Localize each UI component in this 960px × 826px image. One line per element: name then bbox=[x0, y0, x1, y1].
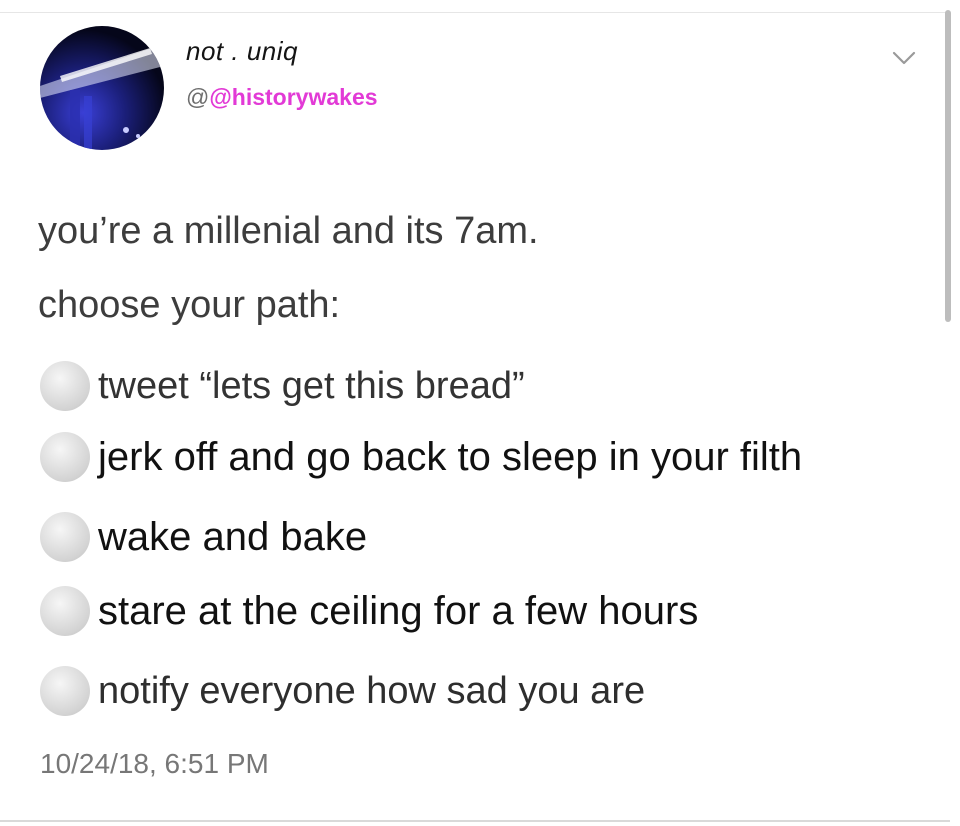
radio-circle-icon[interactable] bbox=[40, 432, 90, 482]
poll-option-label: jerk off and go back to sleep in your fi… bbox=[98, 434, 803, 479]
poll-option[interactable]: tweet “lets get this bread” bbox=[40, 361, 525, 411]
poll-option[interactable]: stare at the ceiling for a few hours bbox=[40, 586, 698, 636]
top-divider bbox=[0, 12, 950, 13]
chevron-down-icon[interactable] bbox=[890, 44, 918, 72]
radio-circle-icon[interactable] bbox=[40, 512, 90, 562]
display-name[interactable]: not . uniq bbox=[186, 36, 298, 67]
avatar[interactable] bbox=[40, 26, 164, 150]
poll-option-label: stare at the ceiling for a few hours bbox=[98, 588, 699, 633]
poll-option[interactable]: wake and bake bbox=[40, 512, 367, 562]
poll-option-label: wake and bake bbox=[98, 514, 368, 559]
bottom-divider bbox=[0, 820, 950, 822]
poll-option[interactable]: notify everyone how sad you are bbox=[40, 666, 645, 716]
handle-link[interactable]: @historywakes bbox=[209, 84, 377, 110]
radio-circle-icon[interactable] bbox=[40, 586, 90, 636]
tweet-text-line: choose your path: bbox=[38, 284, 341, 326]
radio-circle-icon[interactable] bbox=[40, 666, 90, 716]
tweet-text-line: you’re a millenial and its 7am. bbox=[38, 210, 539, 252]
poll-option-label: tweet “lets get this bread” bbox=[98, 364, 525, 407]
scrollbar[interactable] bbox=[945, 10, 951, 322]
handle-prefix: @ bbox=[186, 84, 210, 110]
radio-circle-icon[interactable] bbox=[40, 361, 90, 411]
poll-option-label: notify everyone how sad you are bbox=[98, 669, 646, 712]
user-handle[interactable]: @@historywakes bbox=[186, 84, 378, 111]
poll-option[interactable]: jerk off and go back to sleep in your fi… bbox=[40, 432, 802, 482]
tweet-timestamp[interactable]: 10/24/18, 6:51 PM bbox=[40, 748, 269, 780]
